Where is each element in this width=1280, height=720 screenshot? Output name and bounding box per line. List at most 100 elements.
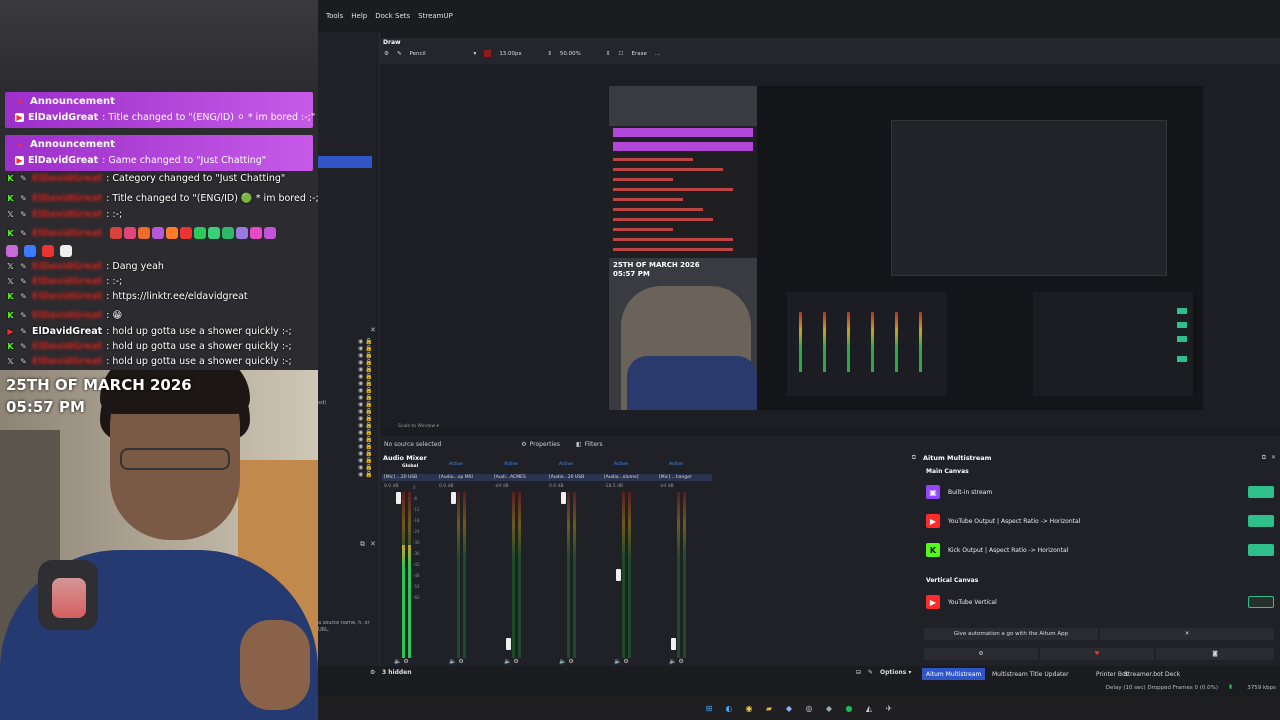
speaker-icon[interactable]: 🔈: [394, 658, 401, 665]
obs-icon[interactable]: ◎: [803, 702, 815, 714]
lock-icon[interactable]: 🔒: [365, 380, 372, 387]
eye-icon[interactable]: ◉: [358, 450, 363, 457]
lock-icon[interactable]: 🔒: [365, 394, 372, 401]
output-toggle[interactable]: [1248, 515, 1274, 527]
dock-float-icon[interactable]: ⧉: [912, 454, 916, 462]
filters-icon[interactable]: ◧: [576, 441, 582, 448]
dock-close-icon[interactable]: ✕: [370, 540, 376, 548]
channel-name[interactable]: [Audio...op MSI: [437, 474, 492, 481]
lock-icon[interactable]: 🔒: [365, 436, 372, 443]
speaker-icon[interactable]: 🔈: [504, 658, 511, 665]
gear-icon[interactable]: ⚙: [384, 51, 389, 57]
app-icon[interactable]: ✈: [883, 702, 895, 714]
dock-close-icon[interactable]: ✕: [370, 326, 376, 334]
spin-icon[interactable]: ⇕: [547, 51, 552, 57]
discord-button[interactable]: ◙: [1156, 648, 1274, 660]
dock-close-icon[interactable]: ✕: [1271, 454, 1276, 461]
lock-icon[interactable]: 🔒: [365, 373, 372, 380]
scale-select[interactable]: Scale to Window: [398, 424, 435, 429]
lock-icon[interactable]: 🔒: [365, 443, 372, 450]
speaker-icon[interactable]: 🔈: [669, 658, 676, 665]
gear-icon[interactable]: ⚙: [403, 658, 408, 665]
selected-scene[interactable]: [318, 156, 372, 168]
gear-icon[interactable]: ⚙: [513, 658, 518, 665]
erase-checkbox[interactable]: ☐: [619, 51, 624, 57]
eye-icon[interactable]: ◉: [358, 436, 363, 443]
menu-help[interactable]: Help: [347, 12, 371, 20]
eye-icon[interactable]: ◉: [358, 394, 363, 401]
lock-icon[interactable]: 🔒: [365, 387, 372, 394]
channel-name[interactable]: [Mic] ...hanger: [657, 474, 712, 481]
lock-icon[interactable]: 🔒: [365, 338, 372, 345]
eye-icon[interactable]: ◉: [358, 422, 363, 429]
dock-float-icon[interactable]: ⧉: [360, 540, 365, 549]
gear-icon[interactable]: ⚙: [370, 669, 375, 676]
gear-icon[interactable]: ⚙: [623, 658, 628, 665]
brush-size-field[interactable]: 13.00px: [499, 51, 539, 57]
chevron-down-icon[interactable]: ▾: [474, 51, 477, 57]
tools-icon[interactable]: ✎: [868, 669, 873, 676]
spin-icon[interactable]: ⇕: [606, 51, 611, 57]
eye-icon[interactable]: ◉: [358, 373, 363, 380]
eye-icon[interactable]: ◉: [358, 429, 363, 436]
gear-icon[interactable]: ⚙: [568, 658, 573, 665]
menu-tools[interactable]: Tools: [322, 12, 347, 20]
lock-icon[interactable]: 🔒: [365, 422, 372, 429]
lock-icon[interactable]: 🔒: [365, 429, 372, 436]
channel-name[interactable]: [Audio...20 USB: [547, 474, 602, 481]
gear-icon[interactable]: ⚙: [458, 658, 463, 665]
app-icon[interactable]: ◭: [863, 702, 875, 714]
dock-float-icon[interactable]: ⧉: [1262, 454, 1266, 462]
output-toggle[interactable]: [1248, 544, 1274, 556]
edge-icon[interactable]: ◐: [723, 702, 735, 714]
lock-icon[interactable]: 🔒: [365, 450, 372, 457]
lock-icon[interactable]: 🔒: [365, 366, 372, 373]
more-button[interactable]: ...: [655, 51, 660, 57]
eye-icon[interactable]: ◉: [358, 457, 363, 464]
filters-button[interactable]: Filters: [585, 441, 603, 448]
volume-fader[interactable]: [561, 492, 566, 504]
tab-streamerbot-deck[interactable]: Streamer.bot Deck: [1120, 668, 1184, 680]
color-swatch[interactable]: [484, 50, 492, 57]
volume-fader[interactable]: [396, 492, 401, 504]
eye-icon[interactable]: ◉: [358, 387, 363, 394]
lock-icon[interactable]: 🔒: [365, 401, 372, 408]
eye-icon[interactable]: ◉: [358, 443, 363, 450]
menu-streamup[interactable]: StreamUP: [414, 12, 457, 20]
gear-icon[interactable]: ⚙: [678, 658, 683, 665]
eye-icon[interactable]: ◉: [358, 352, 363, 359]
eye-icon[interactable]: ◉: [358, 366, 363, 373]
speaker-icon[interactable]: 🔈: [614, 658, 621, 665]
lock-icon[interactable]: 🔒: [365, 345, 372, 352]
volume-fader[interactable]: [671, 638, 676, 650]
volume-fader[interactable]: [616, 569, 621, 581]
eye-icon[interactable]: ◉: [358, 415, 363, 422]
lock-icon[interactable]: 🔒: [365, 408, 372, 415]
volume-fader[interactable]: [506, 638, 511, 650]
close-banner-button[interactable]: ✕: [1100, 628, 1274, 640]
eye-icon[interactable]: ◉: [358, 401, 363, 408]
tab-aitum-multistream[interactable]: Aitum Multistream: [922, 668, 986, 680]
output-toggle[interactable]: [1248, 596, 1274, 608]
menu-dock-sets[interactable]: Dock Sets: [371, 12, 414, 20]
automation-button[interactable]: Give automation a go with the Aitum App: [924, 628, 1098, 640]
speaker-icon[interactable]: 🔈: [449, 658, 456, 665]
spotify-icon[interactable]: ●: [843, 702, 855, 714]
eye-icon[interactable]: ◉: [358, 338, 363, 345]
tab-multistream-title-updater[interactable]: Multistream Title Updater: [988, 668, 1073, 680]
eye-icon[interactable]: ◉: [358, 345, 363, 352]
eye-icon[interactable]: ◉: [358, 471, 363, 478]
program-preview[interactable]: 25TH OF MARCH 2026 05:57 PM: [380, 64, 1280, 428]
preview-scale-bar[interactable]: Scale to Window ▾: [398, 424, 439, 429]
lock-icon[interactable]: 🔒: [365, 457, 372, 464]
options-menu[interactable]: Options ▾: [880, 669, 911, 676]
windows-start-icon[interactable]: ⊞: [703, 702, 715, 714]
file-explorer-icon[interactable]: ▰: [763, 702, 775, 714]
tool-select[interactable]: Pencil: [410, 51, 466, 57]
channel-name[interactable]: [Audi...ACMES: [492, 474, 547, 481]
lock-icon[interactable]: 🔒: [365, 352, 372, 359]
volume-fader[interactable]: [451, 492, 456, 504]
lock-icon[interactable]: 🔒: [365, 464, 372, 471]
gear-icon[interactable]: ⚙: [521, 441, 526, 448]
eye-icon[interactable]: ◉: [358, 464, 363, 471]
